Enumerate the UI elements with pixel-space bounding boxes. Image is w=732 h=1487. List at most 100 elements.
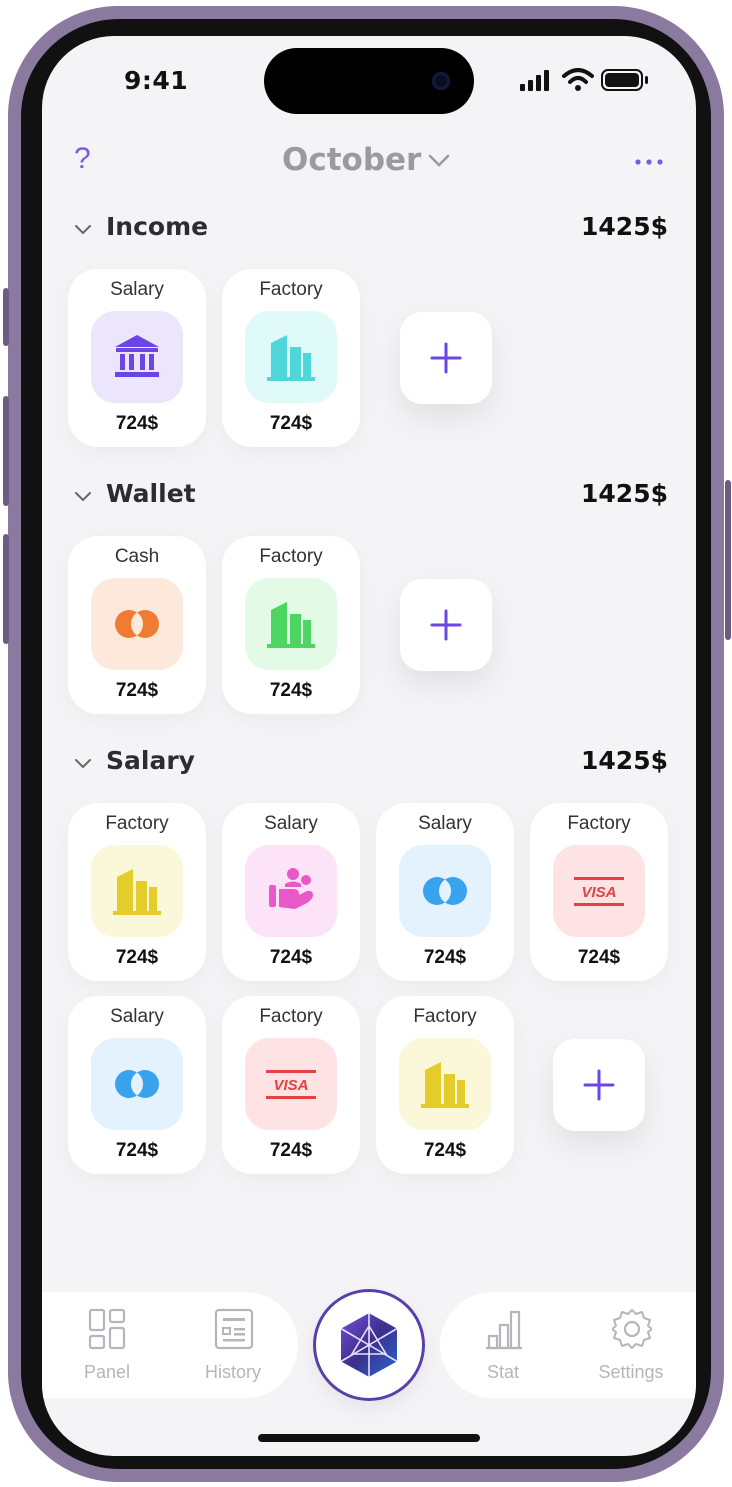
- card-amount: 724$: [115, 1140, 159, 1161]
- card-label: Cash: [114, 546, 160, 567]
- status-icons: [520, 68, 648, 91]
- card-amount: 724$: [269, 413, 313, 434]
- icon-tile: [91, 578, 183, 670]
- camera-icon: [432, 72, 450, 90]
- category-card[interactable]: Factory 724$: [222, 269, 360, 447]
- icon-tile: [245, 578, 337, 670]
- card-label: Salary: [110, 1006, 164, 1027]
- panel-icon: [88, 1308, 126, 1350]
- more-options-icon[interactable]: [634, 158, 664, 166]
- category-card[interactable]: Factory 724$: [68, 803, 206, 981]
- category-card[interactable]: Cash 724$: [68, 536, 206, 714]
- category-card[interactable]: Factory 724$: [222, 536, 360, 714]
- visa-icon: VISA: [266, 1070, 316, 1099]
- tab-stat[interactable]: Stat: [448, 1294, 558, 1394]
- stat-icon: [486, 1310, 522, 1350]
- section-header-income[interactable]: Income 1425$: [42, 210, 696, 250]
- tab-history[interactable]: History: [178, 1294, 288, 1394]
- add-salary-button[interactable]: [553, 1039, 645, 1131]
- svg-text:VISA: VISA: [273, 1077, 308, 1094]
- volume-up-button: [3, 396, 9, 506]
- card-label: Factory: [413, 1006, 477, 1027]
- icon-tile: [245, 311, 337, 403]
- section-title: Salary: [106, 746, 195, 775]
- factory-icon: [267, 335, 315, 381]
- add-wallet-button[interactable]: [400, 579, 492, 671]
- card-amount: 724$: [269, 680, 313, 701]
- month-selector[interactable]: October: [282, 142, 421, 178]
- dynamic-island: [264, 48, 474, 114]
- card-amount: 724$: [115, 947, 159, 968]
- section-header-wallet[interactable]: Wallet 1425$: [42, 477, 696, 517]
- history-icon: [214, 1308, 254, 1350]
- home-indicator: [258, 1434, 480, 1442]
- chevron-down-icon[interactable]: [74, 491, 92, 503]
- card-amount: 724$: [269, 947, 313, 968]
- section-total: 1425$: [581, 746, 668, 775]
- icon-tile: VISA: [245, 1038, 337, 1130]
- icon-tile: [91, 311, 183, 403]
- category-card[interactable]: Factory VISA 724$: [222, 996, 360, 1174]
- card-label: Factory: [105, 813, 169, 834]
- signal-icon: [520, 70, 549, 91]
- section-total: 1425$: [581, 479, 668, 508]
- mastercard-icon: [423, 877, 467, 905]
- section-header-salary[interactable]: Salary 1425$: [42, 744, 696, 784]
- tab-label: Stat: [486, 1362, 520, 1382]
- mastercard-icon: [115, 1070, 159, 1098]
- section-title: Income: [106, 212, 209, 241]
- card-label: Salary: [418, 813, 472, 834]
- icon-tile: [91, 845, 183, 937]
- factory-icon: [267, 602, 315, 648]
- factory-icon: [113, 869, 161, 915]
- family-icon: [269, 868, 313, 909]
- power-button: [725, 480, 731, 640]
- battery-icon: [601, 69, 648, 91]
- chevron-down-icon[interactable]: [74, 758, 92, 770]
- category-card[interactable]: Factory 724$: [376, 996, 514, 1174]
- category-card[interactable]: Salary 724$: [376, 803, 514, 981]
- icon-tile: VISA: [553, 845, 645, 937]
- svg-text:VISA: VISA: [581, 884, 616, 901]
- center-action-button[interactable]: [316, 1292, 422, 1398]
- card-label: Factory: [567, 813, 631, 834]
- category-card[interactable]: Salary 724$: [68, 996, 206, 1174]
- icon-tile: [245, 845, 337, 937]
- icon-tile: [91, 1038, 183, 1130]
- volume-down-button: [3, 534, 9, 644]
- card-amount: 724$: [115, 680, 159, 701]
- icon-tile: [399, 845, 491, 937]
- status-time: 9:41: [124, 66, 189, 95]
- bank-icon: [115, 335, 159, 377]
- polyhedron-logo-icon: [339, 1310, 399, 1380]
- add-income-button[interactable]: [400, 312, 492, 404]
- icon-tile: [399, 1038, 491, 1130]
- factory-icon: [421, 1062, 469, 1108]
- plus-icon: [430, 342, 462, 374]
- visa-icon: VISA: [574, 877, 624, 906]
- card-label: Salary: [264, 813, 318, 834]
- settings-icon: [612, 1309, 652, 1349]
- chevron-down-icon[interactable]: [428, 154, 450, 168]
- help-icon[interactable]: ?: [74, 142, 91, 176]
- card-label: Salary: [110, 279, 164, 300]
- tab-panel[interactable]: Panel: [52, 1294, 162, 1394]
- card-amount: 724$: [115, 413, 159, 434]
- tab-label: History: [204, 1362, 261, 1382]
- category-card[interactable]: Factory VISA 724$: [530, 803, 668, 981]
- section-title: Wallet: [106, 479, 196, 508]
- tab-settings[interactable]: Settings: [576, 1294, 686, 1394]
- mastercard-icon: [115, 610, 159, 638]
- card-label: Factory: [259, 1006, 323, 1027]
- section-total: 1425$: [581, 212, 668, 241]
- top-bar: ? October: [42, 136, 696, 190]
- card-amount: 724$: [577, 947, 621, 968]
- category-card[interactable]: Salary 724$: [68, 269, 206, 447]
- card-amount: 724$: [269, 1140, 313, 1161]
- chevron-down-icon[interactable]: [74, 224, 92, 236]
- card-amount: 724$: [423, 1140, 467, 1161]
- tab-label: Panel: [83, 1362, 131, 1382]
- category-card[interactable]: Salary 724$: [222, 803, 360, 981]
- wifi-icon: [562, 68, 594, 91]
- card-label: Factory: [259, 279, 323, 300]
